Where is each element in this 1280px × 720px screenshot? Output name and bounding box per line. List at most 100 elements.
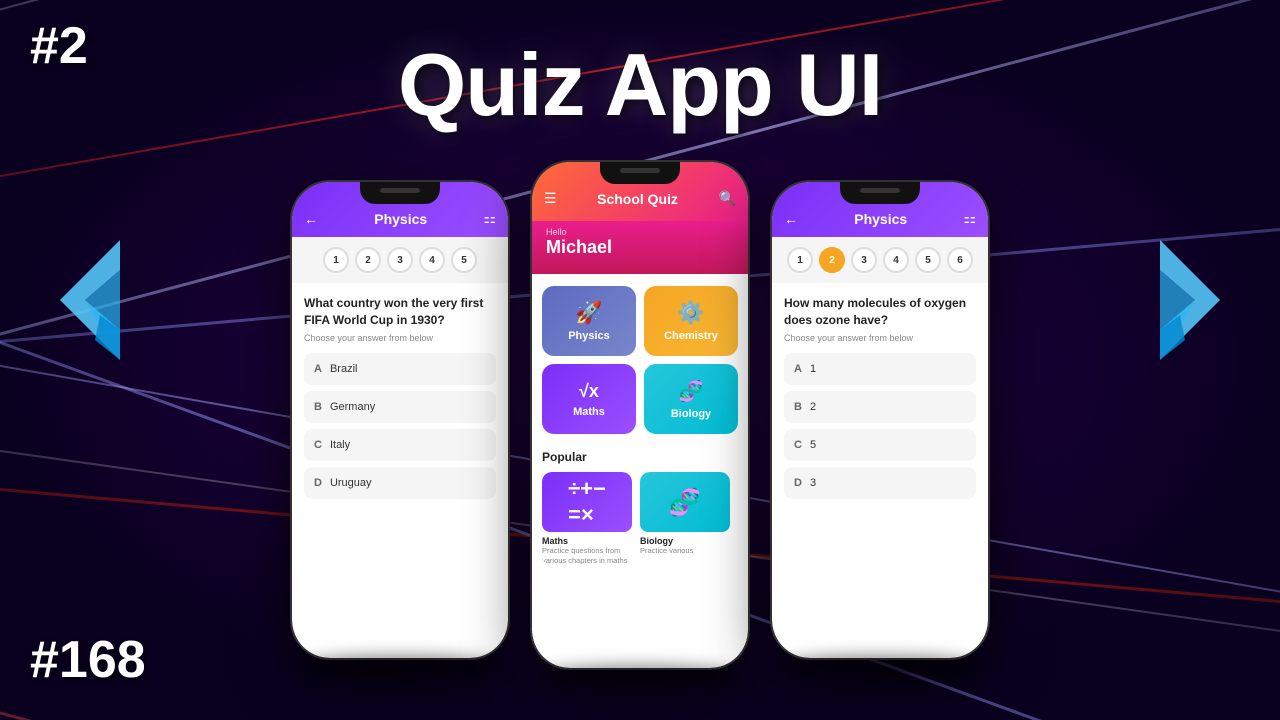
categories-grid: 🚀 Physics ⚙️ Chemistry √x Maths 🧬 Biolog… [532, 274, 748, 446]
popular-section: Popular ÷+−=× Maths Practice questions f… [532, 446, 748, 574]
phones-area: ← Physics ⚏ 1 2 3 4 5 What country won t… [0, 160, 1280, 686]
category-maths[interactable]: √x Maths [542, 364, 636, 434]
biology-label: Biology [671, 408, 711, 420]
phone3-speaker [860, 188, 900, 193]
chemistry-label: Chemistry [664, 330, 718, 342]
phone3-q-num-5[interactable]: 5 [915, 247, 941, 273]
phone3-q-num-1[interactable]: 1 [787, 247, 813, 273]
physics-label: Physics [568, 330, 610, 342]
phone2-wrapper: ☰ School Quiz 🔍 Hello Michael 🚀 Physics [530, 160, 750, 686]
main-title: Quiz App UI [398, 34, 882, 136]
popular-title: Popular [542, 450, 738, 464]
phone3-question-text: How many molecules of oxygen does ozone … [784, 295, 976, 329]
phone2-screen: ☰ School Quiz 🔍 Hello Michael 🚀 Physics [532, 162, 748, 668]
phone3-answer-a[interactable]: A 1 [784, 353, 976, 385]
phone2-speaker [620, 168, 660, 173]
phone3-answer-d[interactable]: D 3 [784, 467, 976, 499]
phone1-answer-b[interactable]: B Germany [304, 391, 496, 423]
phone2-shadow [540, 666, 740, 686]
popular-cards: ÷+−=× Maths Practice questions from vari… [542, 472, 738, 566]
phone2-notch [600, 162, 680, 184]
phone2: ☰ School Quiz 🔍 Hello Michael 🚀 Physics [530, 160, 750, 670]
answer-text-d: Uruguay [330, 477, 372, 489]
phone3-question-subtitle: Choose your answer from below [784, 333, 976, 343]
biology-card-desc: Practice various [640, 546, 730, 556]
phone3-answer-text-d: 3 [810, 477, 816, 489]
phone3-answer-c[interactable]: C 5 [784, 429, 976, 461]
q-num-2[interactable]: 2 [355, 247, 381, 273]
phone1-answer-a[interactable]: A Brazil [304, 353, 496, 385]
answer-letter-c: C [314, 439, 322, 451]
phone1-title: Physics [374, 211, 427, 227]
phone3-q-num-6[interactable]: 6 [947, 247, 973, 273]
maths-card-desc: Practice questions from various chapters… [542, 546, 632, 566]
biology-icon: 🧬 [679, 379, 704, 404]
biology-card-title: Biology [640, 536, 730, 546]
episode-number: #2 [30, 20, 88, 72]
phone1-notch [360, 182, 440, 204]
phone1-speaker [380, 188, 420, 193]
phone1-question-numbers: 1 2 3 4 5 [292, 237, 508, 283]
phone3-answer-letter-b: B [794, 401, 802, 413]
phone3-wrapper: ← Physics ⚏ 1 2 3 4 5 6 How many molecul… [770, 160, 990, 676]
answer-text-b: Germany [330, 401, 375, 413]
maths-card-title: Maths [542, 536, 632, 546]
answer-text-c: Italy [330, 439, 350, 451]
phone1-question-text: What country won the very first FIFA Wor… [304, 295, 496, 329]
phone3-answer-b[interactable]: B 2 [784, 391, 976, 423]
hamburger-icon[interactable]: ☰ [544, 190, 557, 207]
phone1-answer-c[interactable]: C Italy [304, 429, 496, 461]
phone1: ← Physics ⚏ 1 2 3 4 5 What country won t… [290, 180, 510, 660]
phone3-answer-letter-c: C [794, 439, 802, 451]
phone1-question-area: What country won the very first FIFA Wor… [292, 283, 508, 517]
phone3-answer-text-a: 1 [810, 363, 816, 375]
answer-letter-d: D [314, 477, 322, 489]
phone3-screen: ← Physics ⚏ 1 2 3 4 5 6 How many molecul… [772, 182, 988, 658]
answer-text-a: Brazil [330, 363, 358, 375]
phone3-answer-text-b: 2 [810, 401, 816, 413]
phone1-wrapper: ← Physics ⚏ 1 2 3 4 5 What country won t… [290, 160, 510, 676]
popular-card-maths[interactable]: ÷+−=× Maths Practice questions from vari… [542, 472, 632, 566]
greeting-name: Michael [546, 237, 734, 258]
phone3-question-area: How many molecules of oxygen does ozone … [772, 283, 988, 517]
category-physics[interactable]: 🚀 Physics [542, 286, 636, 356]
phone3-q-num-4[interactable]: 4 [883, 247, 909, 273]
phone2-title: School Quiz [597, 191, 678, 207]
phone3-back-arrow[interactable]: ← [784, 211, 798, 227]
phone1-answer-d[interactable]: D Uruguay [304, 467, 496, 499]
category-chemistry[interactable]: ⚙️ Chemistry [644, 286, 738, 356]
filter-icon[interactable]: ⚏ [483, 210, 496, 227]
title-area: #2 Quiz App UI [0, 0, 1280, 170]
phone3-filter-icon[interactable]: ⚏ [963, 210, 976, 227]
phone1-screen: ← Physics ⚏ 1 2 3 4 5 What country won t… [292, 182, 508, 658]
answer-letter-b: B [314, 401, 322, 413]
q-num-5[interactable]: 5 [451, 247, 477, 273]
greeting-hello: Hello [546, 227, 734, 237]
search-icon[interactable]: 🔍 [719, 190, 736, 207]
phone3-q-num-2[interactable]: 2 [819, 247, 845, 273]
phone1-shadow [300, 656, 500, 676]
phone3-shadow [780, 656, 980, 676]
maths-icon: √x [579, 381, 599, 402]
maths-label: Maths [573, 406, 605, 418]
q-num-1[interactable]: 1 [323, 247, 349, 273]
q-num-3[interactable]: 3 [387, 247, 413, 273]
phone3-answer-letter-a: A [794, 363, 802, 375]
category-biology[interactable]: 🧬 Biology [644, 364, 738, 434]
answer-letter-a: A [314, 363, 322, 375]
physics-icon: 🚀 [575, 300, 602, 326]
phone3-answer-letter-d: D [794, 477, 802, 489]
back-arrow-icon[interactable]: ← [304, 211, 318, 227]
phone3-answer-text-c: 5 [810, 439, 816, 451]
phone1-question-subtitle: Choose your answer from below [304, 333, 496, 343]
q-num-4[interactable]: 4 [419, 247, 445, 273]
phone3-q-num-3[interactable]: 3 [851, 247, 877, 273]
popular-card-biology[interactable]: 🧬 Biology Practice various [640, 472, 730, 566]
chemistry-icon: ⚙️ [677, 300, 704, 326]
phone3-notch [840, 182, 920, 204]
biology-card-img: 🧬 [640, 472, 730, 532]
phone3-title: Physics [854, 211, 907, 227]
maths-card-img: ÷+−=× [542, 472, 632, 532]
phone3: ← Physics ⚏ 1 2 3 4 5 6 How many molecul… [770, 180, 990, 660]
greeting-area: Hello Michael [532, 221, 748, 274]
